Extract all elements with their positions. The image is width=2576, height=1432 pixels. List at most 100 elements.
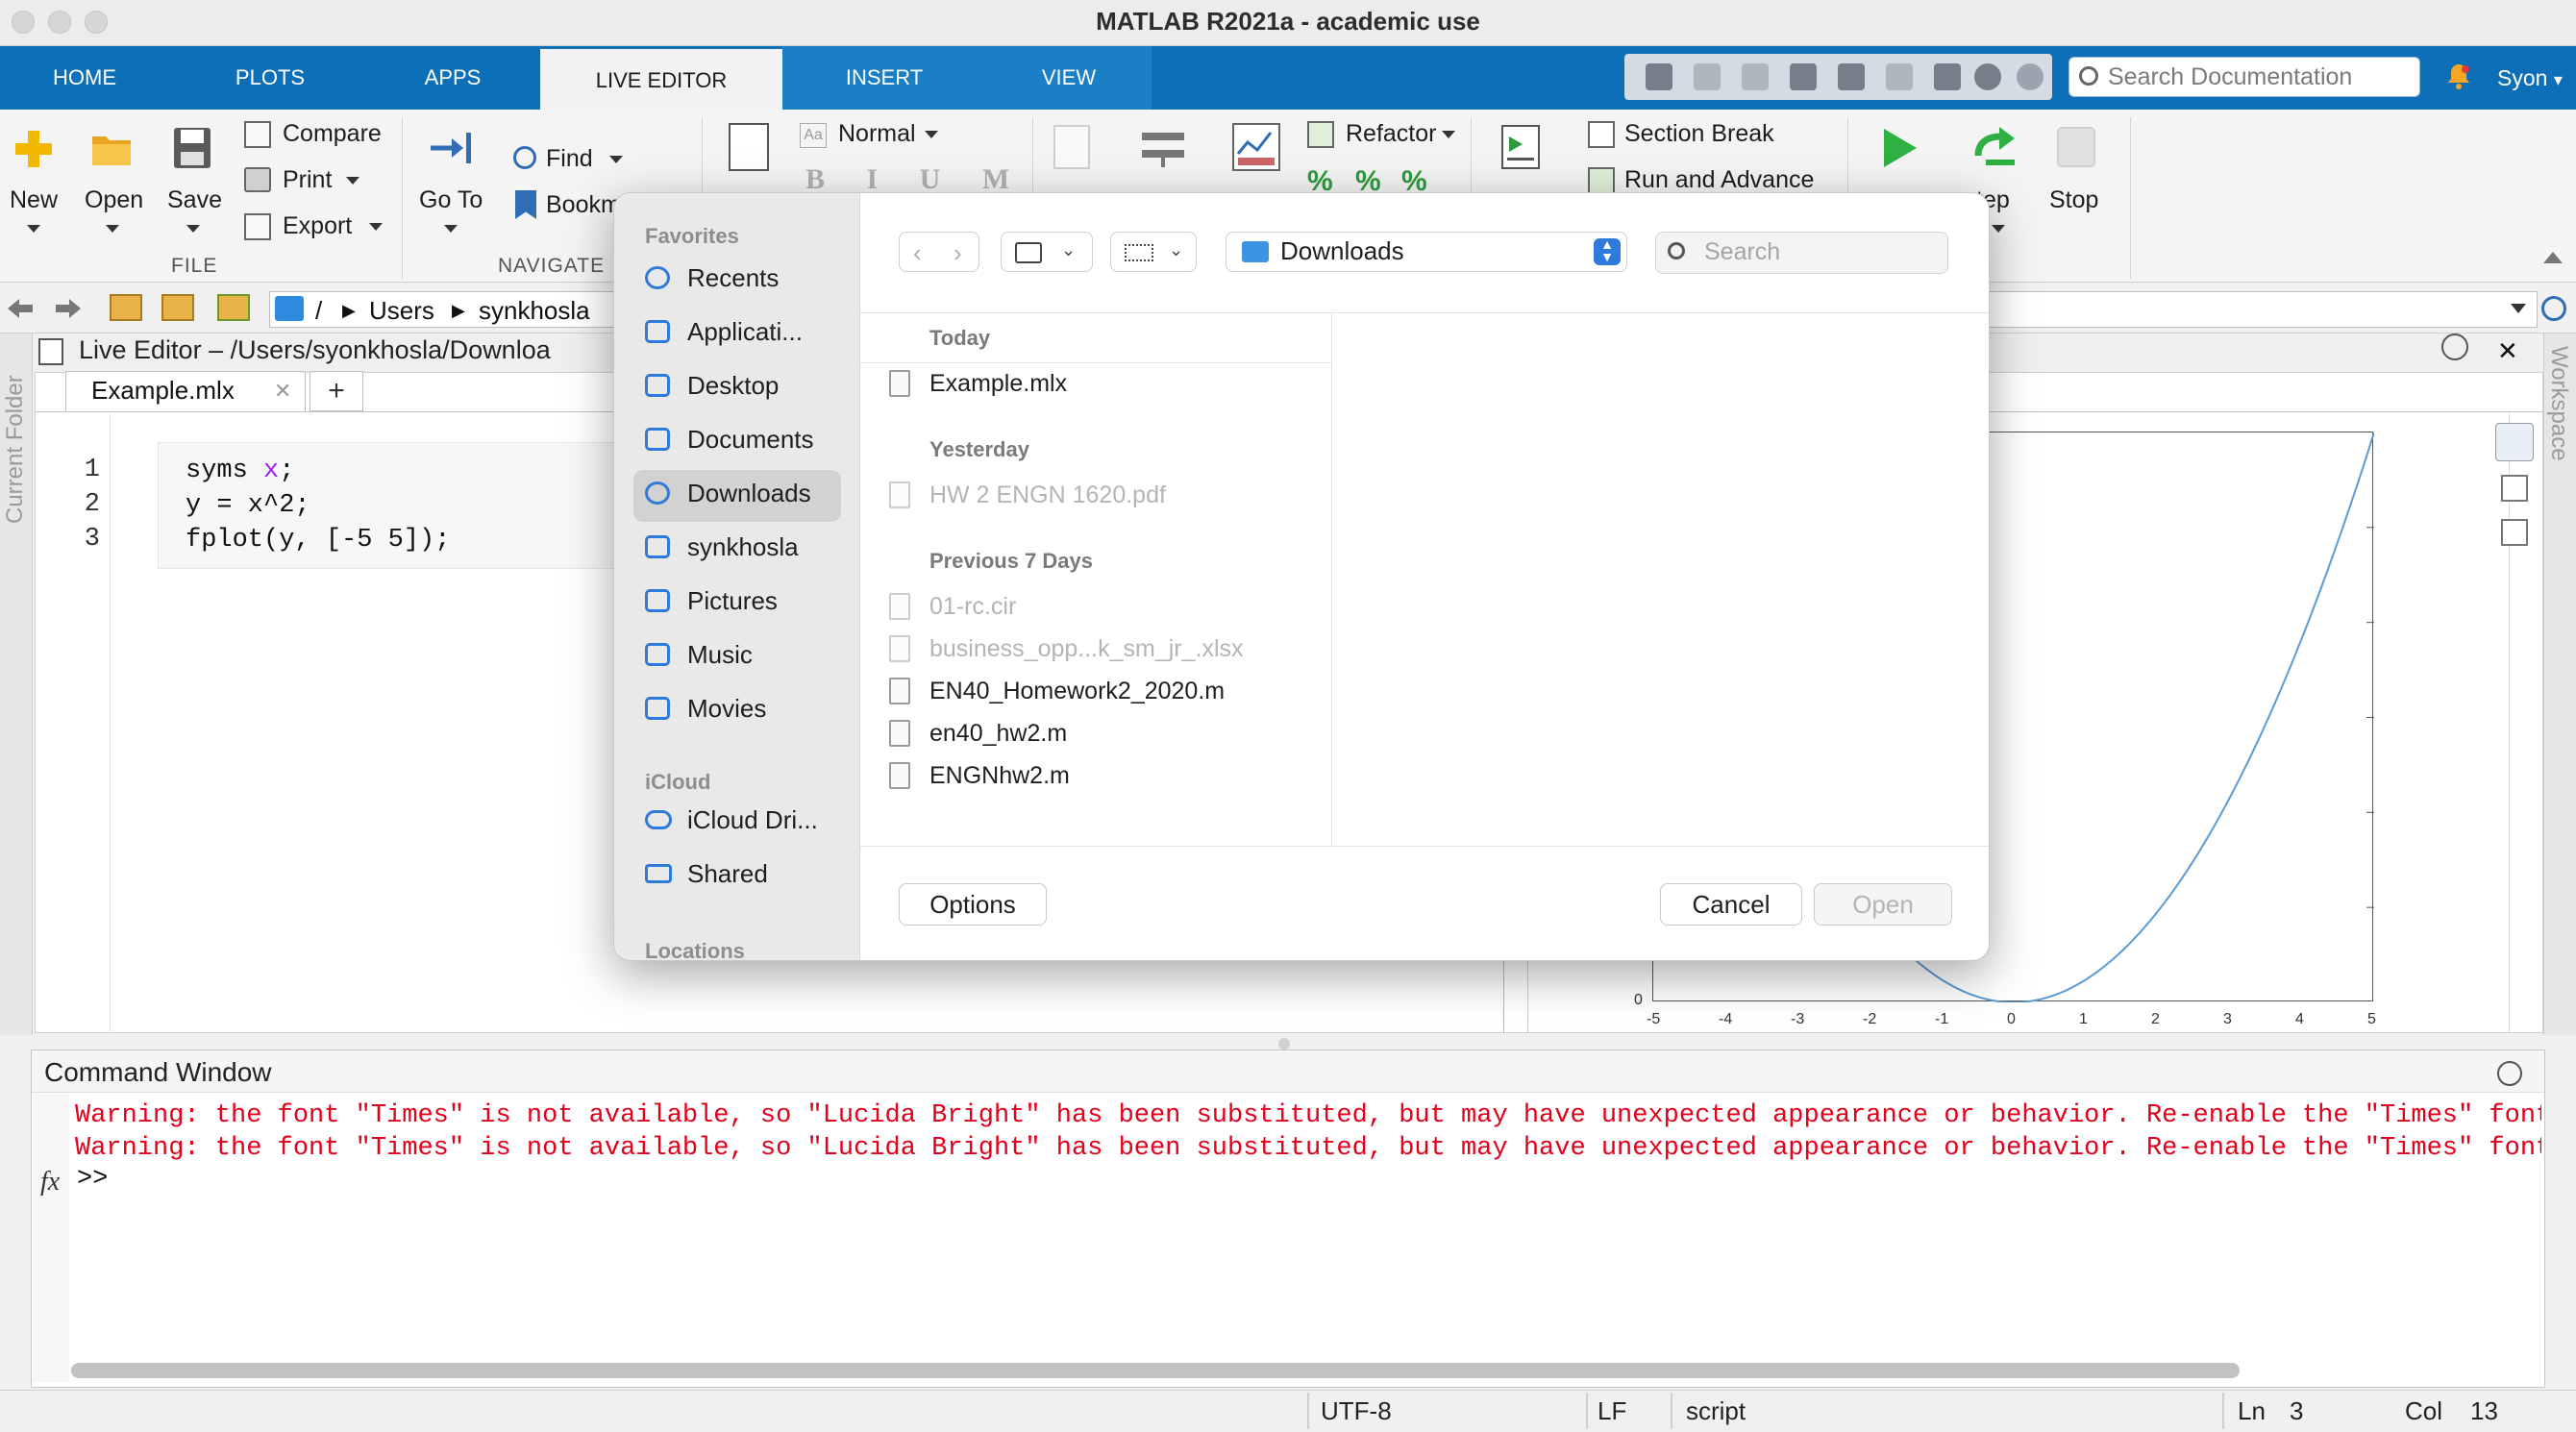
close-tab-icon[interactable]: ✕: [274, 379, 291, 404]
text-icon[interactable]: [729, 123, 769, 171]
save-icon[interactable]: [1646, 63, 1672, 90]
stop-icon[interactable]: [2057, 127, 2095, 167]
hide-code-icon[interactable]: [2501, 519, 2528, 546]
tab-live-editor[interactable]: LIVE EDITOR: [540, 46, 782, 110]
location-stepper-icon[interactable]: ▲ ▼: [1594, 237, 1621, 265]
open-button[interactable]: Open: [85, 186, 143, 214]
new-button[interactable]: New: [10, 186, 58, 214]
compare-button[interactable]: Compare: [283, 120, 382, 148]
sidebar-item-desktop[interactable]: Desktop: [633, 362, 841, 412]
help-icon[interactable]: [1974, 63, 2001, 90]
sidebar-item-movies[interactable]: Movies: [633, 685, 841, 735]
undo-icon[interactable]: [1838, 63, 1865, 90]
redo-icon[interactable]: [1886, 63, 1913, 90]
export-button[interactable]: Export: [283, 212, 352, 240]
tab-apps[interactable]: APPS: [371, 46, 534, 110]
view-mode-button[interactable]: ⌄: [1001, 232, 1093, 272]
location-popup[interactable]: Downloads ▲ ▼: [1226, 232, 1627, 272]
sidebar-item-pictures[interactable]: Pictures: [633, 578, 841, 628]
save-disk-icon[interactable]: [171, 125, 213, 171]
current-folder-label[interactable]: Current Folder: [2, 375, 29, 524]
sidebar-item-home[interactable]: synkhosla: [633, 524, 841, 574]
section-break-button[interactable]: Section Break: [1624, 120, 1774, 148]
address-segment-user[interactable]: synkhosla: [479, 293, 590, 328]
sidebar-item-recents[interactable]: Recents: [633, 255, 841, 305]
refactor-button[interactable]: Refactor: [1346, 120, 1436, 148]
back-forward-buttons[interactable]: ‹ ›: [899, 232, 979, 272]
refactor-dropdown-icon[interactable]: [1442, 131, 1455, 138]
output-inline-icon[interactable]: [2495, 423, 2534, 461]
group-by-button[interactable]: ⌄: [1110, 232, 1197, 272]
run-icon[interactable]: [1880, 127, 1919, 169]
run-and-advance-button[interactable]: Run and Advance: [1624, 166, 1814, 194]
options-button[interactable]: Options: [899, 883, 1047, 926]
search-path-icon[interactable]: [2541, 296, 2566, 321]
print-dropdown-icon[interactable]: [346, 177, 359, 185]
run-section-icon[interactable]: [1501, 125, 1540, 169]
paste-icon[interactable]: [1790, 63, 1817, 90]
browse-folder-icon[interactable]: [161, 294, 194, 321]
sidebar-item-applications[interactable]: Applicati...: [633, 309, 841, 358]
sidebar-item-documents[interactable]: Documents: [633, 416, 841, 466]
tab-home[interactable]: HOME: [0, 46, 169, 110]
control-icon[interactable]: [1140, 125, 1186, 169]
file-row[interactable]: EN40_Homework2_2020.m: [889, 674, 1312, 712]
back-chevron-icon[interactable]: ‹: [913, 238, 922, 268]
text-style-select[interactable]: Normal: [838, 120, 916, 148]
command-window[interactable]: [31, 1049, 2545, 1388]
step-icon[interactable]: [1974, 127, 2020, 169]
horizontal-scrollbar[interactable]: [71, 1363, 2240, 1378]
code-line-1[interactable]: syms x;: [186, 457, 294, 485]
save-dropdown-icon[interactable]: [186, 225, 200, 233]
stop-button[interactable]: Stop: [2049, 186, 2098, 214]
go-to-button[interactable]: Go To: [419, 186, 483, 214]
up-folder-icon[interactable]: [110, 294, 142, 321]
dialog-search-field[interactable]: Search: [1655, 232, 1948, 274]
collapse-ribbon-icon[interactable]: [2543, 252, 2563, 263]
command-window-options-icon[interactable]: [2497, 1061, 2522, 1086]
address-segment-root[interactable]: /: [315, 293, 322, 328]
switch-windows-icon[interactable]: [1934, 63, 1961, 90]
sidebar-item-icloud-drive[interactable]: iCloud Dri...: [633, 797, 841, 847]
tab-view[interactable]: VIEW: [986, 46, 1152, 110]
address-segment-users[interactable]: Users: [369, 293, 434, 328]
file-row[interactable]: ENGNhw2.m: [889, 758, 1312, 797]
tab-insert[interactable]: INSERT: [782, 46, 986, 110]
search-documentation-field[interactable]: Search Documentation: [2068, 57, 2420, 97]
output-right-icon[interactable]: [2501, 475, 2528, 502]
print-button[interactable]: Print: [283, 166, 332, 194]
sidebar-item-shared[interactable]: Shared: [633, 851, 841, 901]
close-editor-icon[interactable]: ✕: [2497, 336, 2518, 366]
cancel-button[interactable]: Cancel: [1660, 883, 1802, 926]
code-line-2[interactable]: y = x^2;: [186, 491, 310, 520]
text-format-buttons[interactable]: B I U M: [805, 163, 1027, 196]
file-row[interactable]: Example.mlx: [889, 366, 1312, 405]
open-file-dialog[interactable]: Favorites Recents Applicati... Desktop Docu…: [613, 192, 1990, 961]
task-icon[interactable]: [1232, 123, 1280, 171]
more-options-icon[interactable]: [2017, 63, 2043, 90]
file-list[interactable]: Today Example.mlx Yesterday HW 2 ENGN 1620.…: [860, 312, 1331, 846]
forward-arrow-icon[interactable]: [54, 296, 83, 321]
new-dropdown-icon[interactable]: [27, 225, 40, 233]
bookmark-button[interactable]: Bookm: [546, 191, 621, 219]
notification-bell-icon[interactable]: [2444, 62, 2473, 90]
address-history-dropdown-icon[interactable]: [2511, 304, 2526, 313]
file-tab-example[interactable]: Example.mlx ✕: [65, 371, 306, 411]
step-dropdown-icon[interactable]: [1992, 225, 2005, 233]
copy-icon[interactable]: [1742, 63, 1769, 90]
open-folder-icon[interactable]: [90, 129, 135, 167]
editor-options-icon[interactable]: [2441, 333, 2468, 360]
search-folder-icon[interactable]: [217, 294, 250, 321]
splitter-handle[interactable]: [1278, 1038, 1290, 1049]
find-button[interactable]: Find: [546, 145, 593, 173]
new-tab-button[interactable]: +: [310, 371, 363, 411]
forward-chevron-icon[interactable]: ›: [954, 238, 962, 268]
file-row[interactable]: en40_hw2.m: [889, 716, 1312, 754]
export-dropdown-icon[interactable]: [369, 223, 383, 231]
go-to-icon[interactable]: [427, 129, 475, 167]
tab-plots[interactable]: PLOTS: [188, 46, 352, 110]
code-icon[interactable]: [1053, 125, 1090, 169]
text-style-dropdown-icon[interactable]: [925, 131, 938, 138]
function-browser-icon[interactable]: fx: [40, 1167, 60, 1197]
user-menu[interactable]: Syon ▾: [2497, 46, 2563, 110]
